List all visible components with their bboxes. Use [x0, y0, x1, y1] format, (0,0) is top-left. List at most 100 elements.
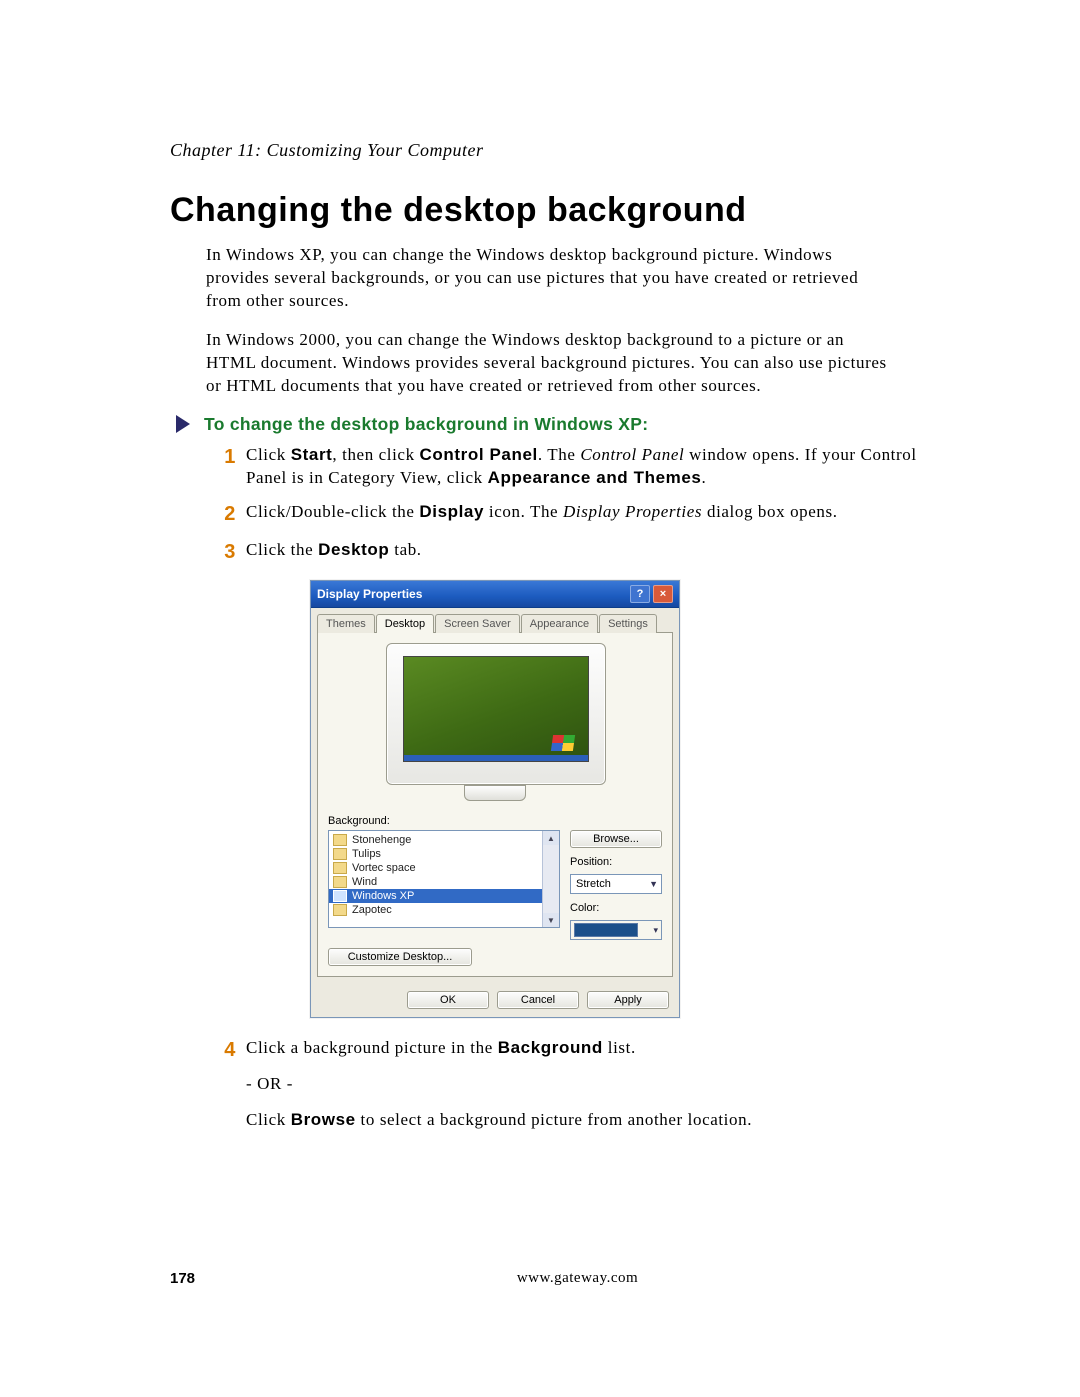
ui-background-list: Background [498, 1038, 603, 1057]
intro-paragraph-2: In Windows 2000, you can change the Wind… [206, 329, 896, 398]
text: Click the [246, 540, 318, 559]
step-body: Click the Desktop tab. [246, 538, 926, 566]
text: Click [246, 445, 291, 464]
play-arrow-icon [176, 415, 190, 433]
text: list. [603, 1038, 636, 1057]
browse-button[interactable]: Browse... [570, 830, 662, 848]
text: Click a background picture in the [246, 1038, 498, 1057]
text: Click [246, 1110, 291, 1129]
list-item[interactable]: Zapotec [329, 903, 559, 917]
text: tab. [389, 540, 421, 559]
dialog-footer: OK Cancel Apply [311, 983, 679, 1017]
list-item[interactable]: Tulips [329, 847, 559, 861]
step-3: 3 Click the Desktop tab. [210, 538, 960, 566]
list-item-label: Windows XP [352, 890, 414, 902]
position-value: Stretch [576, 878, 611, 890]
list-item-label: Stonehenge [352, 834, 411, 846]
display-properties-dialog: Display Properties ? × Themes Desktop Sc… [310, 580, 680, 1018]
cancel-button[interactable]: Cancel [497, 991, 579, 1009]
ui-appearance-themes: Appearance and Themes [488, 468, 702, 487]
scrollbar[interactable]: ▲ ▼ [542, 831, 559, 927]
list-item-label: Vortec space [352, 862, 416, 874]
list-item[interactable]: Wind [329, 875, 559, 889]
scroll-up-icon[interactable]: ▲ [543, 831, 559, 845]
scroll-down-icon[interactable]: ▼ [543, 913, 559, 927]
text: Click/Double-click the [246, 502, 419, 521]
monitor-preview [386, 643, 604, 803]
list-item[interactable]: Vortec space [329, 861, 559, 875]
chevron-down-icon: ▾ [653, 925, 658, 936]
ui-browse: Browse [291, 1110, 356, 1129]
image-icon [333, 834, 347, 846]
steps-list: 1 Click Start, then click Control Panel.… [210, 443, 960, 567]
ui-start: Start [291, 445, 333, 464]
text: to select a background picture from anot… [356, 1110, 752, 1129]
text: , then click [332, 445, 419, 464]
text: dialog box opens. [702, 502, 837, 521]
ui-display: Display [419, 502, 484, 521]
intro-paragraph-1: In Windows XP, you can change the Window… [206, 244, 896, 313]
list-item-label: Tulips [352, 848, 381, 860]
step-alt: Click Browse to select a background pict… [246, 1108, 926, 1132]
background-listbox[interactable]: Stonehenge Tulips Vortec space Wind Wind… [328, 830, 560, 928]
tab-screen-saver[interactable]: Screen Saver [435, 614, 520, 633]
side-controls: Browse... Position: Stretch ▼ Color: ▾ [570, 830, 662, 940]
list-item-label: Zapotec [352, 904, 392, 916]
task-title: To change the desktop background in Wind… [204, 414, 648, 435]
monitor-body [386, 643, 606, 785]
text: . The [538, 445, 580, 464]
color-picker[interactable]: ▾ [570, 920, 662, 940]
list-item-selected[interactable]: Windows XP [329, 889, 559, 903]
ok-button[interactable]: OK [407, 991, 489, 1009]
section-title: Changing the desktop background [170, 191, 960, 230]
color-label: Color: [570, 902, 662, 914]
task-heading-row: To change the desktop background in Wind… [170, 414, 960, 435]
page-footer: 178 www.gateway.com [170, 1270, 960, 1287]
position-select[interactable]: Stretch ▼ [570, 874, 662, 894]
tab-strip: Themes Desktop Screen Saver Appearance S… [311, 608, 679, 633]
list-item[interactable]: Stonehenge [329, 833, 559, 847]
dialog-screenshot: Display Properties ? × Themes Desktop Sc… [310, 580, 960, 1018]
or-separator: - OR - [246, 1072, 926, 1096]
step-body: Click Start, then click Control Panel. T… [246, 443, 926, 491]
tab-settings[interactable]: Settings [599, 614, 657, 633]
text: icon. The [484, 502, 563, 521]
tab-themes[interactable]: Themes [317, 614, 375, 633]
customize-desktop-button[interactable]: Customize Desktop... [328, 948, 472, 966]
image-icon [333, 876, 347, 888]
image-icon [333, 862, 347, 874]
image-icon [333, 848, 347, 860]
step-body: Click/Double-click the Display icon. The… [246, 500, 926, 528]
help-button[interactable]: ? [630, 585, 650, 603]
steps-list-cont: 4 Click a background picture in the Back… [210, 1036, 960, 1131]
footer-url: www.gateway.com [195, 1270, 960, 1287]
dialog-display-properties: Display Properties [563, 502, 702, 521]
step-number: 4 [210, 1036, 242, 1131]
step-body: Click a background picture in the Backgr… [246, 1036, 926, 1131]
chevron-down-icon: ▼ [649, 879, 658, 889]
color-swatch-box [574, 923, 638, 937]
position-label: Position: [570, 856, 662, 868]
list-item-label: Wind [352, 876, 377, 888]
close-button[interactable]: × [653, 585, 673, 603]
window-control-panel: Control Panel [580, 445, 684, 464]
step-2: 2 Click/Double-click the Display icon. T… [210, 500, 960, 528]
ui-desktop-tab: Desktop [318, 540, 389, 559]
chapter-heading: Chapter 11: Customizing Your Computer [170, 140, 960, 161]
apply-button[interactable]: Apply [587, 991, 669, 1009]
dialog-titlebar[interactable]: Display Properties ? × [311, 581, 679, 608]
step-4: 4 Click a background picture in the Back… [210, 1036, 960, 1131]
background-label: Background: [328, 815, 662, 827]
ui-control-panel: Control Panel [420, 445, 538, 464]
manual-page: Chapter 11: Customizing Your Computer Ch… [0, 0, 1080, 1397]
step-number: 2 [210, 500, 242, 528]
monitor-screen [403, 656, 589, 762]
tab-panel-desktop: Background: Stonehenge Tulips Vortec spa… [317, 632, 673, 977]
image-icon [333, 904, 347, 916]
windows-logo-icon [551, 735, 575, 751]
tab-appearance[interactable]: Appearance [521, 614, 598, 633]
taskbar-preview [404, 755, 588, 761]
tab-desktop[interactable]: Desktop [376, 614, 434, 633]
text: . [701, 468, 706, 487]
step-1: 1 Click Start, then click Control Panel.… [210, 443, 960, 491]
